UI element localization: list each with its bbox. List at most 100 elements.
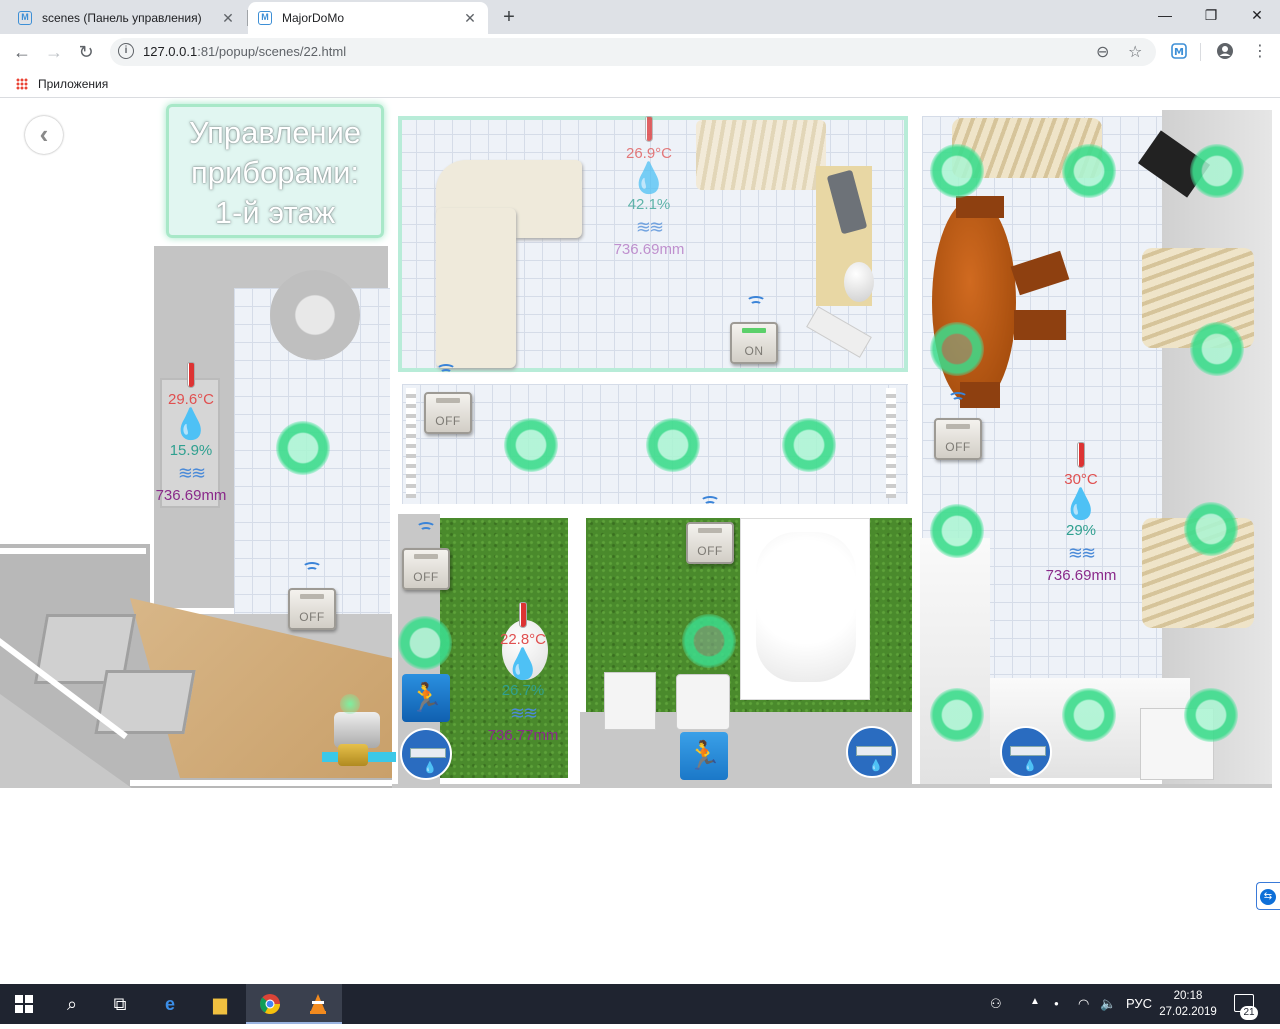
bookmark-star-icon[interactable]: ☆ (1128, 42, 1142, 62)
water-valve-toilet[interactable]: 💧 (400, 728, 452, 780)
wall-center-left (392, 110, 398, 784)
chrome-icon[interactable] (246, 984, 294, 1024)
lamp-bedroom-5[interactable] (1190, 322, 1244, 376)
water-valve-bathroom[interactable]: 💧 (846, 726, 898, 778)
sink (676, 674, 730, 730)
apps-grid-icon[interactable] (16, 78, 28, 90)
windows-taskbar: ⌕ ⧉ e ▆ ⚇ ▲ ● ◠ 🔈 РУС 20:18 27.02.2019 2… (0, 984, 1280, 1024)
entry-valve-body (338, 744, 368, 766)
lamp-corridor-3[interactable] (782, 418, 836, 472)
switch-living[interactable]: ON (730, 322, 778, 364)
hall-outer-wall (0, 248, 150, 548)
search-icon[interactable]: ⌕ (48, 984, 96, 1024)
switch-toilet[interactable]: OFF (402, 548, 450, 590)
people-icon[interactable]: ⚇ (990, 996, 1002, 1012)
bathtub-basin (756, 532, 856, 682)
sensor-bedroom: 30°C 💧 29% ≋≋ 736.69mm (1036, 442, 1126, 585)
reload-icon[interactable]: ↻ (74, 40, 98, 64)
lamp-bedroom-2[interactable] (1062, 144, 1116, 198)
site-info-icon[interactable]: i (118, 43, 134, 59)
sensor-hall: 29.6°C 💧 15.9% ≋≋ 736.69mm (146, 362, 236, 505)
lamp-bedroom-4[interactable] (930, 322, 984, 376)
thermometer-icon (519, 602, 527, 628)
clock-date: 27.02.2019 (1159, 1006, 1217, 1018)
wall-right (1272, 110, 1280, 794)
sensor-toilet: 22.8°C 💧 26.7% ≋≋ 736.77mm (478, 602, 568, 745)
teamviewer-tab[interactable]: ⇆ (1256, 882, 1280, 910)
lamp-kitchen-5[interactable] (1184, 688, 1238, 742)
volume-icon[interactable]: 🔈 (1100, 996, 1116, 1012)
porch-wall-bottom (130, 780, 392, 786)
lamp-bathroom[interactable] (682, 614, 736, 668)
temperature-value: 29.6°C (167, 391, 215, 408)
lamp-corridor-2[interactable] (646, 418, 700, 472)
lamp-kitchen-2[interactable] (1184, 502, 1238, 556)
tab-majordomo[interactable]: M MajorDoMo ✕ (248, 2, 488, 34)
lamp-bedroom-1[interactable] (930, 144, 984, 198)
svg-text:M: M (1174, 47, 1184, 58)
motion-sensor-bathroom[interactable]: 🏃 (680, 732, 728, 780)
porch-wall (0, 548, 146, 554)
majordomo-favicon-icon: M (18, 11, 32, 25)
dining-chair-3 (956, 196, 1004, 218)
language-indicator[interactable]: РУС (1126, 996, 1152, 1011)
pressure-value: 736.69mm (613, 241, 685, 258)
lamp-kitchen-1[interactable] (930, 504, 984, 558)
majordomo-extension-icon[interactable]: M (1170, 42, 1188, 60)
switch-bedroom[interactable]: OFF (934, 418, 982, 460)
network-icon[interactable]: ◠ (1078, 996, 1089, 1012)
forward-arrow-icon[interactable]: → (42, 40, 66, 64)
humidity-drop-icon: 💧 (504, 648, 542, 681)
apps-bookmark-label[interactable]: Приложения (38, 77, 108, 91)
lamp-hall[interactable] (276, 421, 330, 475)
pressure-value: 736.77mm (487, 727, 559, 744)
back-arrow-icon[interactable]: ← (10, 40, 34, 64)
tray-dot-icon[interactable]: ● (1054, 999, 1059, 1008)
entry-valve-actuator[interactable] (334, 712, 380, 748)
humidity-value: 42.1% (627, 196, 671, 213)
pressure-waves-icon: ≋≋ (635, 217, 664, 237)
sensor-living: 26.9°C 💧 42.1% ≋≋ 736.69mm (604, 116, 694, 259)
wall-center-right (912, 110, 920, 784)
restore-button[interactable]: ❐ (1188, 4, 1234, 26)
switch-entry[interactable]: OFF (288, 588, 336, 630)
close-tab-icon[interactable]: ✕ (220, 10, 236, 27)
zoom-icon[interactable]: ⊖ (1096, 42, 1109, 62)
wifi-icon (300, 558, 324, 574)
tab-scenes[interactable]: M scenes (Панель управления) ✕ (8, 2, 246, 34)
task-view-icon[interactable]: ⧉ (96, 984, 144, 1024)
minimize-button[interactable]: — (1142, 4, 1188, 26)
sofa-side (436, 208, 516, 368)
switch-corridor[interactable]: OFF (424, 392, 472, 434)
living-curtain (696, 120, 826, 190)
system-clock[interactable]: 20:18 27.02.2019 (1156, 988, 1220, 1020)
address-bar[interactable]: i 127.0.0.1:81/popup/scenes/22.html ⊖ ☆ (110, 38, 1156, 66)
vlc-icon[interactable] (294, 984, 342, 1024)
new-tab-button[interactable]: + (498, 6, 520, 28)
lamp-corridor-1[interactable] (504, 418, 558, 472)
lamp-kitchen-3[interactable] (930, 688, 984, 742)
corridor-railing-left (406, 388, 416, 498)
switch-bathroom[interactable]: OFF (686, 522, 734, 564)
humidity-drop-icon: 💧 (1062, 488, 1100, 521)
wall-corridor-bottom (396, 508, 916, 514)
temperature-value: 30°C (1064, 471, 1098, 488)
lamp-bedroom-3[interactable] (1190, 144, 1244, 198)
water-valve-kitchen[interactable]: 💧 (1000, 726, 1052, 778)
menu-dots-icon[interactable]: ⋮ (1248, 40, 1272, 64)
edge-browser-icon[interactable]: e (146, 984, 194, 1024)
back-button[interactable]: ‹ (25, 116, 63, 154)
profile-avatar-icon[interactable] (1216, 42, 1234, 60)
windows-start-icon[interactable] (0, 984, 48, 1024)
close-tab-icon[interactable]: ✕ (462, 10, 478, 27)
thermometer-icon (187, 362, 195, 388)
close-window-button[interactable]: ✕ (1234, 4, 1280, 26)
dining-table (932, 198, 1016, 406)
motion-sensor-toilet[interactable]: 🏃 (402, 674, 450, 722)
humidity-drop-icon: 💧 (630, 162, 668, 195)
tray-chevron-icon[interactable]: ▲ (1030, 996, 1040, 1007)
lamp-toilet[interactable] (398, 616, 452, 670)
file-explorer-icon[interactable]: ▆ (196, 984, 244, 1024)
lamp-kitchen-4[interactable] (1062, 688, 1116, 742)
wifi-icon (946, 388, 970, 404)
